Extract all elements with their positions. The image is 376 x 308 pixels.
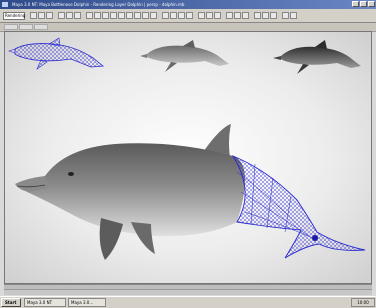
new-scene-icon[interactable] xyxy=(30,12,37,19)
shelf-tab-1[interactable] xyxy=(4,24,18,30)
mode-dropdown[interactable]: Rendering xyxy=(3,12,25,20)
show-hide-channel-box-icon[interactable] xyxy=(270,12,277,19)
taskbar-item-1[interactable]: Maya 3.0 NT xyxy=(24,298,66,307)
snap-point-icon[interactable] xyxy=(178,12,185,19)
output-ops-icon[interactable] xyxy=(214,12,221,19)
render-current-frame-icon[interactable] xyxy=(226,12,233,19)
lock-selection-icon[interactable] xyxy=(150,12,157,19)
wireframe-dolphin-small xyxy=(8,37,105,70)
mask-misc-icon[interactable] xyxy=(142,12,149,19)
taskbar: Start Maya 3.0 NT Maya 3.0... 10:00 xyxy=(0,296,376,308)
history-icon[interactable] xyxy=(198,12,205,19)
dolphin-eye xyxy=(68,172,74,176)
select-by-component-icon[interactable] xyxy=(74,12,81,19)
mask-surface-icon[interactable] xyxy=(110,12,117,19)
dolphin-scene xyxy=(8,37,366,260)
snap-curve-icon[interactable] xyxy=(170,12,177,19)
shelf-tab-3[interactable] xyxy=(34,24,48,30)
tool-icon-2[interactable] xyxy=(290,12,297,19)
snap-grid-icon[interactable] xyxy=(162,12,169,19)
open-scene-icon[interactable] xyxy=(38,12,45,19)
mask-joint-icon[interactable] xyxy=(94,12,101,19)
snap-view-plane-icon[interactable] xyxy=(186,12,193,19)
input-ops-icon[interactable] xyxy=(206,12,213,19)
app-icon xyxy=(2,2,8,7)
perspective-viewport[interactable] xyxy=(4,31,372,284)
window-title: Maya 3.0 NT: Maya Bottlenose Dolphin - R… xyxy=(12,2,185,7)
title-bar: Maya 3.0 NT: Maya Bottlenose Dolphin - R… xyxy=(0,0,376,9)
mask-handle-icon[interactable] xyxy=(86,12,93,19)
large-dolphin xyxy=(15,124,366,260)
show-hide-tool-settings-icon[interactable] xyxy=(262,12,269,19)
tool-icon[interactable] xyxy=(282,12,289,19)
close-button[interactable] xyxy=(368,1,375,7)
mask-dynamic-icon[interactable] xyxy=(126,12,133,19)
select-by-object-icon[interactable] xyxy=(66,12,73,19)
select-by-hierarchy-icon[interactable] xyxy=(58,12,65,19)
mask-curve-icon[interactable] xyxy=(102,12,109,19)
show-hide-attribute-editor-icon[interactable] xyxy=(254,12,261,19)
system-clock: 10:00 xyxy=(351,298,375,307)
mask-render-icon[interactable] xyxy=(134,12,141,19)
maximize-button[interactable] xyxy=(360,1,367,7)
render-globals-icon[interactable] xyxy=(242,12,249,19)
range-slider[interactable] xyxy=(4,289,372,295)
shaded-dolphin-small xyxy=(140,40,229,72)
mask-deform-icon[interactable] xyxy=(118,12,125,19)
taskbar-item-2[interactable]: Maya 3.0... xyxy=(68,298,106,307)
status-line-toolbar: Rendering xyxy=(0,9,376,23)
minimize-button[interactable] xyxy=(352,1,359,7)
dark-dolphin-small xyxy=(273,40,361,74)
ipr-render-icon[interactable] xyxy=(234,12,241,19)
start-button[interactable]: Start xyxy=(1,298,21,307)
save-scene-icon[interactable] xyxy=(46,12,53,19)
shelf-tab-2[interactable] xyxy=(19,24,33,30)
